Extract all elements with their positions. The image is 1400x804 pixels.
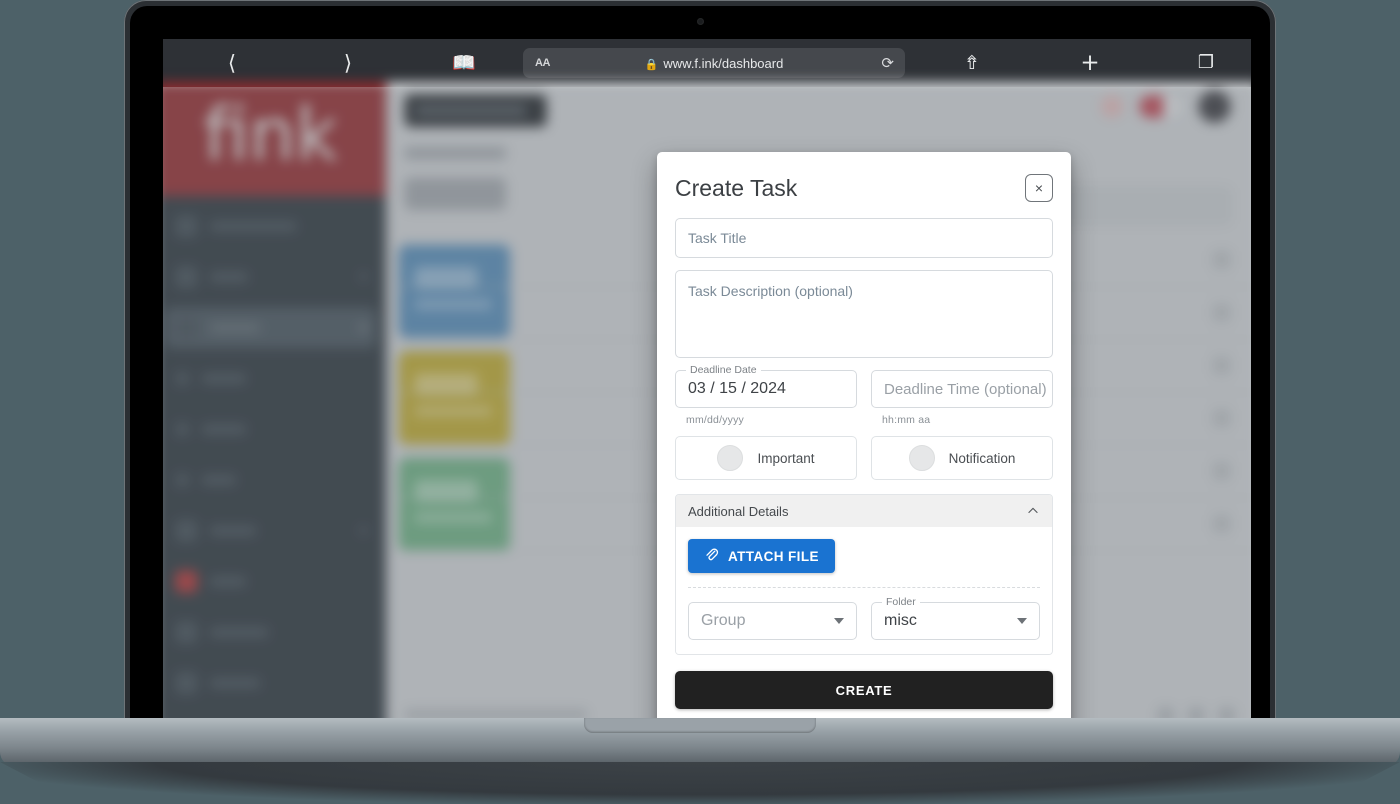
url-value: www.f.ink/dashboard (663, 55, 784, 71)
important-toggle-label: Important (757, 450, 815, 466)
chevron-down-icon (834, 618, 844, 624)
create-submit-button[interactable]: CREATE (675, 671, 1053, 709)
folder-select-label: Folder (882, 596, 920, 608)
notification-toggle[interactable]: Notification (871, 436, 1053, 480)
browser-window: ⟨ ⟩ 📖 AA 🔒 www.f.ink/dashboard ⟳ ⇮ + ❐ fi… (163, 39, 1251, 729)
toggle-row: Important Notification (675, 436, 1053, 480)
new-tab-button[interactable]: + (1067, 51, 1113, 75)
reload-icon[interactable]: ⟳ (881, 54, 894, 72)
deadline-date-group: Deadline Date 03 / 15 / 2024 mm/dd/yyyy (675, 364, 857, 426)
attach-file-button[interactable]: ATTACH FILE (688, 539, 835, 573)
important-toggle[interactable]: Important (675, 436, 857, 480)
additional-details-body: ATTACH FILE Group Folder misc (676, 527, 1052, 654)
deadline-date-value: 03 / 15 / 2024 (688, 380, 786, 397)
deadline-row: Deadline Date 03 / 15 / 2024 mm/dd/yyyy … (675, 364, 1053, 426)
divider (688, 587, 1040, 588)
task-title-input[interactable]: Task Title (675, 218, 1053, 258)
deadline-date-label: Deadline Date (686, 364, 761, 376)
dialog-title: Create Task (675, 174, 798, 201)
laptop-base (0, 718, 1400, 766)
laptop-foot (0, 762, 1400, 804)
deadline-time-input[interactable]: Deadline Time (optional) (871, 370, 1053, 408)
toggle-knob-icon (717, 445, 744, 471)
tabs-icon[interactable]: ❐ (1183, 54, 1229, 72)
toggle-knob-icon (908, 445, 935, 471)
group-select-placeholder: Group (701, 612, 746, 629)
attach-file-label: ATTACH FILE (728, 548, 819, 564)
deadline-date-input[interactable]: Deadline Date 03 / 15 / 2024 (675, 364, 857, 408)
address-bar[interactable]: AA 🔒 www.f.ink/dashboard ⟳ (523, 48, 905, 78)
group-select[interactable]: Group (688, 602, 857, 640)
additional-details-header[interactable]: Additional Details (676, 495, 1052, 527)
url-text: 🔒 www.f.ink/dashboard (523, 56, 905, 71)
deadline-time-group: Deadline Time (optional) hh:mm aa (871, 370, 1053, 426)
chevron-down-icon (1017, 618, 1027, 624)
additional-details-label: Additional Details (688, 503, 789, 519)
forward-icon[interactable]: ⟩ (325, 52, 371, 74)
additional-details-panel: Additional Details ATTACH FILE Group Fol… (675, 494, 1053, 655)
create-task-dialog: Create Task × Task Title Task Descriptio… (657, 152, 1071, 729)
share-icon[interactable]: ⇮ (949, 53, 995, 73)
deadline-time-helper: hh:mm aa (882, 414, 931, 426)
deadline-time-placeholder: Deadline Time (optional) (884, 381, 1047, 398)
laptop-frame: ⟨ ⟩ 📖 AA 🔒 www.f.ink/dashboard ⟳ ⇮ + ❐ fi… (124, 0, 1276, 740)
browser-toolbar: ⟨ ⟩ 📖 AA 🔒 www.f.ink/dashboard ⟳ ⇮ + ❐ (163, 39, 1251, 87)
close-icon[interactable]: × (1025, 174, 1053, 202)
text-size-icon[interactable]: AA (535, 57, 550, 69)
back-icon[interactable]: ⟨ (209, 52, 255, 74)
folder-select-value: misc (884, 612, 917, 629)
paperclip-icon (704, 547, 719, 565)
lock-icon: 🔒 (644, 58, 659, 71)
chevron-up-icon[interactable] (1026, 504, 1040, 518)
select-row: Group Folder misc (688, 596, 1040, 640)
dialog-header: Create Task × (675, 152, 1053, 218)
webcam-icon (696, 18, 704, 25)
deadline-date-helper: mm/dd/yyyy (686, 414, 745, 426)
folder-select[interactable]: Folder misc (871, 596, 1040, 640)
notification-toggle-label: Notification (948, 450, 1016, 466)
task-description-input[interactable]: Task Description (optional) (675, 270, 1053, 358)
bookmarks-icon[interactable]: 📖 (441, 53, 487, 73)
laptop-bezel: ⟨ ⟩ 📖 AA 🔒 www.f.ink/dashboard ⟳ ⇮ + ❐ fi… (130, 6, 1270, 734)
